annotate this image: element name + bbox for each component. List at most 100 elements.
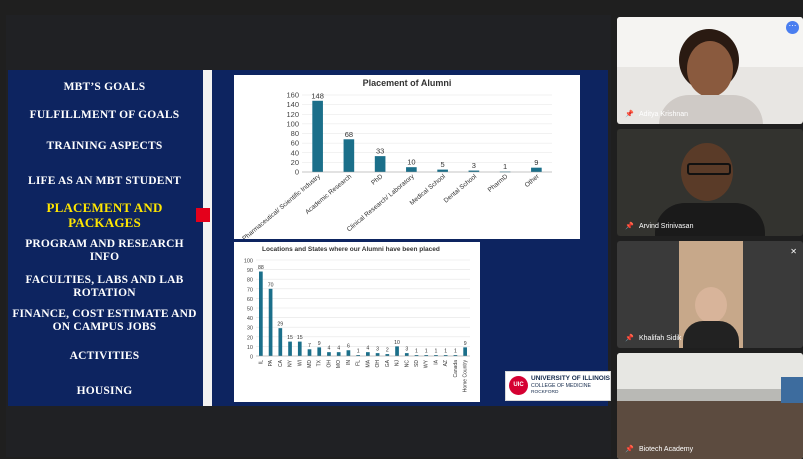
x-tick-label: PA <box>268 359 274 366</box>
data-label: 33 <box>376 147 384 156</box>
menu-item-program: PROGRAM AND RESEARCH INFO <box>25 238 184 263</box>
menu-item-life: LIFE AS AN MBT STUDENT <box>27 175 182 187</box>
data-label: 4 <box>337 346 340 352</box>
data-label: 9 <box>464 341 467 347</box>
y-tick-label: 30 <box>247 326 253 332</box>
data-label: 9 <box>318 341 321 347</box>
data-label: 1 <box>503 162 507 171</box>
glasses-icon <box>687 163 731 175</box>
pin-icon: 📌 <box>625 446 634 453</box>
y-tick-label: 80 <box>247 278 253 284</box>
y-tick-label: 120 <box>286 110 299 119</box>
participant-name: Biotech Academy <box>639 446 694 453</box>
chart-panel-locations: Locations and States where our Alumni ha… <box>234 242 480 402</box>
participant-name: Arvind Srinivasan <box>639 223 694 230</box>
more-options-icon[interactable]: ⋯ <box>786 21 799 34</box>
logo-university: UNIVERSITY OF ILLINOIS <box>531 375 610 382</box>
x-tick-label: SD <box>414 360 420 367</box>
x-tick-label: IL <box>258 360 264 364</box>
data-label: 1 <box>444 349 447 355</box>
pin-icon: 📌 <box>625 223 634 230</box>
bar <box>307 349 312 356</box>
x-tick-label: OH <box>326 360 332 368</box>
bar <box>366 352 370 356</box>
data-label: 3 <box>405 347 408 353</box>
chart-placement-of-alumni: 020406080100120140160 148Pharmaceutical/ … <box>241 91 552 239</box>
participant-face <box>687 41 733 97</box>
data-label: 148 <box>311 91 324 100</box>
y-tick-label: 80 <box>291 129 299 138</box>
bar <box>406 167 417 172</box>
data-label: 2 <box>386 348 389 354</box>
menu-item-placement: PLACEMENT AND PACKAGES <box>46 200 163 230</box>
participant-face <box>695 287 727 323</box>
x-tick-label: MD <box>307 360 313 368</box>
data-label: 10 <box>394 340 400 346</box>
participant-name: Khalifah Sidik <box>639 335 682 342</box>
data-label: 1 <box>454 349 457 355</box>
pin-icon: 📌 <box>625 335 634 342</box>
y-tick-label: 60 <box>247 297 253 303</box>
x-tick-label: Clinical Research/ Laboratory <box>346 173 416 234</box>
bar <box>437 169 448 172</box>
x-tick-label: WY <box>424 359 430 368</box>
data-label: 3 <box>376 347 379 353</box>
data-label: 1 <box>435 349 438 355</box>
data-label: 10 <box>407 158 415 167</box>
participant-tile-3[interactable]: ✕ 📌 Khalifah Sidik <box>617 241 803 348</box>
y-tick-label: 100 <box>244 259 253 265</box>
data-label: 4 <box>366 346 369 352</box>
x-tick-label: PharmD <box>487 173 510 194</box>
bar <box>312 100 323 172</box>
menu-item-housing: HOUSING <box>76 385 133 397</box>
data-label: 1 <box>357 349 360 355</box>
uic-logo: UIC UNIVERSITY OF ILLINOIS COLLEGE OF ME… <box>505 371 611 401</box>
menu-item-activities: ACTIVITIES <box>69 350 140 362</box>
bar <box>375 353 380 356</box>
y-tick-label: 40 <box>291 148 299 157</box>
bar <box>395 346 399 356</box>
bar <box>297 341 302 356</box>
bar <box>336 352 341 356</box>
x-tick-label: Dental School <box>443 173 479 205</box>
y-tick-label: 20 <box>247 335 253 341</box>
y-tick-label: 140 <box>286 100 299 109</box>
x-tick-label: MO <box>336 360 342 368</box>
x-tick-label: Canada <box>453 360 459 378</box>
participant-tile-1[interactable]: ⋯ 📌 Aditya Krishnan <box>617 17 803 124</box>
y-tick-label: 20 <box>291 158 299 167</box>
data-label: 15 <box>297 335 303 341</box>
y-tick-label: 70 <box>247 287 253 293</box>
y-tick-label: 60 <box>291 139 299 148</box>
x-tick-label: AZ <box>443 360 449 366</box>
bar <box>288 341 292 356</box>
menu-item-goals: MBT’S GOALS <box>63 81 146 93</box>
pin-icon: 📌 <box>625 111 634 118</box>
data-label: 15 <box>287 335 293 341</box>
data-label: 9 <box>534 158 538 167</box>
bar <box>463 347 467 356</box>
data-label: 88 <box>258 265 264 271</box>
slide-divider <box>203 70 212 406</box>
menu-item-finance: FINANCE, COST ESTIMATE AND ON CAMPUS JOB… <box>12 308 197 333</box>
menu-item-fulfillment: FULFILLMENT OF GOALS <box>29 109 180 121</box>
data-label: 6 <box>347 344 350 350</box>
participant-name: Aditya Krishnan <box>639 111 689 118</box>
participant-tile-2[interactable]: 📌 Arvind Srinivasan <box>617 129 803 236</box>
x-tick-label: OH <box>375 360 381 368</box>
y-tick-label: 90 <box>247 268 253 274</box>
mic-off-icon: ✕ <box>790 247 797 256</box>
x-tick-label: WI <box>297 360 303 366</box>
x-tick-label: IN <box>346 360 352 365</box>
x-tick-label: NC <box>404 360 410 368</box>
data-label: 1 <box>415 349 418 355</box>
y-tick-label: 0 <box>250 355 253 361</box>
x-tick-label: MA <box>365 359 371 367</box>
x-tick-label: GA <box>385 359 391 367</box>
bar <box>404 353 409 356</box>
data-label: 70 <box>268 282 274 288</box>
data-label: 1 <box>425 349 428 355</box>
y-tick-label: 50 <box>247 307 253 313</box>
logo-college: COLLEGE OF MEDICINE <box>531 383 591 389</box>
participant-tile-4[interactable]: 📌 Biotech Academy <box>617 353 803 459</box>
